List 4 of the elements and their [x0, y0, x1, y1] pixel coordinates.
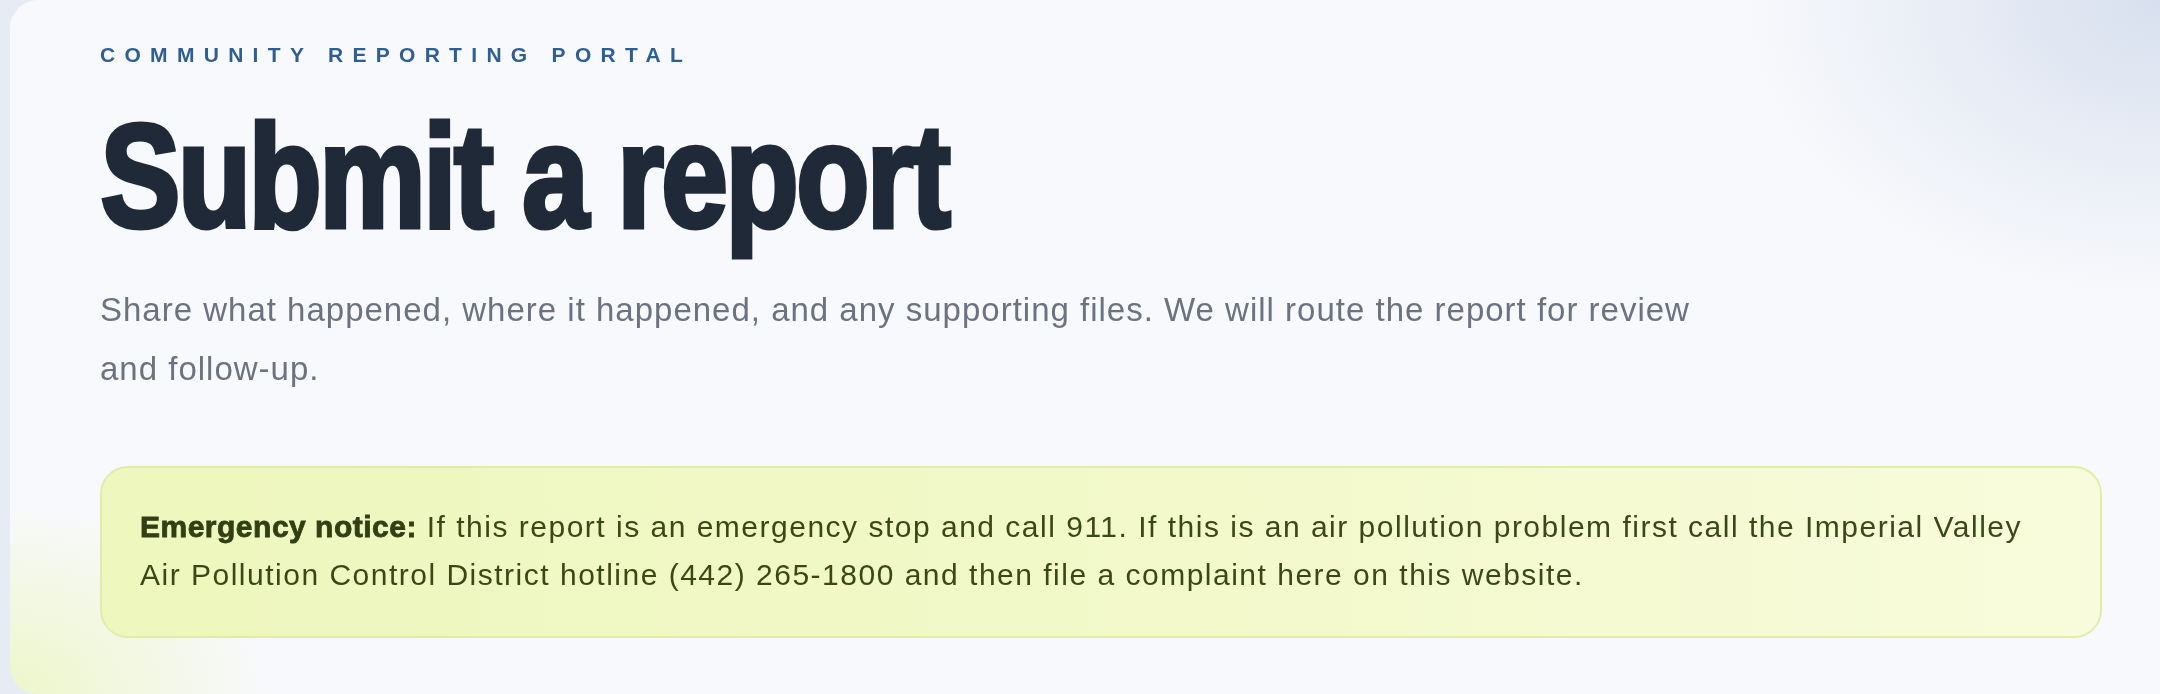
page-title: Submit a report: [99, 94, 950, 260]
portal-eyebrow: COMMUNITY REPORTING PORTAL: [100, 44, 693, 65]
page-subtitle: Share what happened, where it happened, and any supporting files. We will route the report for review and follow-up.: [100, 290, 1691, 389]
emergency-notice: Emergency notice: If this report is an emergency stop and call 911. If this is an air pollution problem first call the Imperial Valley Air Pollution Control District hotline (442) 265-1800 and then file a complaint here on this website.: [100, 466, 2102, 638]
